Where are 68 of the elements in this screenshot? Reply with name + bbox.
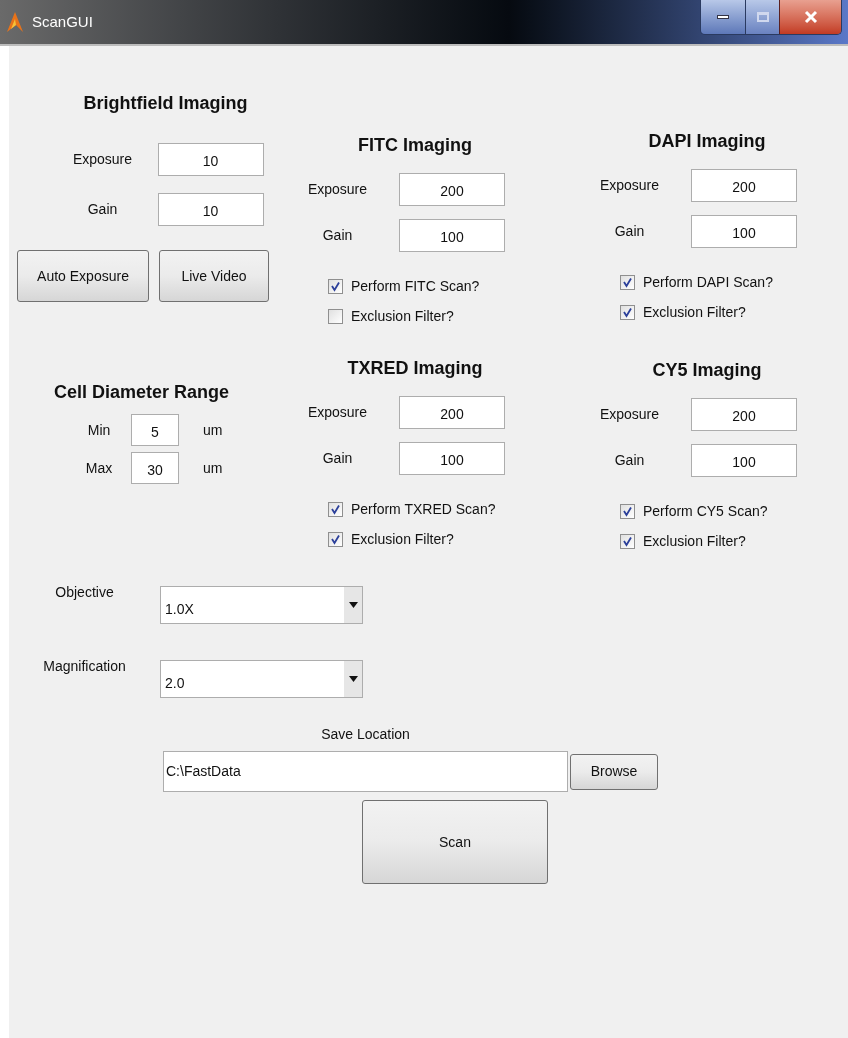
checkbox-label: Perform DAPI Scan? xyxy=(643,273,773,292)
action-button[interactable]: Live Video xyxy=(159,250,269,302)
action-button[interactable]: Auto Exposure xyxy=(17,250,149,302)
checkbox-label: Exclusion Filter? xyxy=(351,530,454,549)
section-title: Cell Diameter Range xyxy=(54,381,231,404)
scan-button[interactable]: Scan xyxy=(362,800,548,884)
caret-icon xyxy=(348,676,358,682)
browse-button[interactable]: Browse xyxy=(570,753,658,790)
field-label: Exposure xyxy=(598,176,661,195)
field-label: Exposure xyxy=(598,405,661,424)
checkbox-label: Perform FITC Scan? xyxy=(351,277,480,296)
input-field[interactable]: 100 xyxy=(691,444,797,477)
section-title: DAPI Imaging xyxy=(647,130,767,153)
input-field[interactable]: 200 xyxy=(399,173,505,206)
field-label: Gain xyxy=(321,449,354,468)
checkbox-label: Exclusion Filter? xyxy=(643,303,746,322)
field-label: Exposure xyxy=(306,180,369,199)
field-label: Exposure xyxy=(71,150,134,169)
dropdown-label: Objective xyxy=(54,583,115,602)
input-field[interactable]: 200 xyxy=(399,396,505,429)
checkbox[interactable] xyxy=(328,309,343,324)
minimize-icon xyxy=(717,15,729,19)
field-label: Gain xyxy=(321,226,354,245)
input-field[interactable]: 100 xyxy=(399,219,505,252)
input-field[interactable]: 10 xyxy=(157,193,264,226)
unit-label: um xyxy=(203,458,223,478)
path-field[interactable]: C:\FastData xyxy=(163,751,568,792)
input-field[interactable]: 100 xyxy=(691,215,797,248)
checkbox[interactable] xyxy=(620,275,635,290)
maximize-button[interactable] xyxy=(745,0,779,34)
unit-label: um xyxy=(203,420,223,440)
checkbox-label: Perform CY5 Scan? xyxy=(643,502,768,521)
app-logo-icon xyxy=(6,11,24,33)
checkbox-label: Exclusion Filter? xyxy=(351,307,454,326)
checkbox[interactable] xyxy=(620,504,635,519)
checkbox[interactable] xyxy=(328,502,343,517)
section-title: CY5 Imaging xyxy=(651,359,763,382)
input-field[interactable]: 100 xyxy=(399,442,505,475)
input-field[interactable]: 5 xyxy=(131,414,179,446)
checkbox-label: Perform TXRED Scan? xyxy=(351,500,496,519)
input-field[interactable]: 200 xyxy=(691,398,797,431)
close-button[interactable] xyxy=(779,0,841,34)
section-title: TXRED Imaging xyxy=(346,357,484,380)
section-title: Brightfield Imaging xyxy=(83,92,248,115)
field-label: Gain xyxy=(86,200,119,219)
section-title: FITC Imaging xyxy=(357,134,473,157)
maximize-icon xyxy=(756,12,769,22)
checkbox[interactable] xyxy=(620,305,635,320)
checkbox[interactable] xyxy=(620,534,635,549)
close-icon xyxy=(803,10,818,24)
field-label: Exposure xyxy=(306,403,369,422)
field-label: Gain xyxy=(613,451,646,470)
minimize-button[interactable] xyxy=(701,0,745,34)
input-field[interactable]: 200 xyxy=(691,169,797,202)
checkbox-label: Exclusion Filter? xyxy=(643,532,746,551)
dropdown[interactable]: 2.0 xyxy=(160,660,363,698)
field-label: Save Location xyxy=(320,725,411,744)
input-field[interactable]: 10 xyxy=(157,143,264,176)
window-title: ScanGUI xyxy=(32,11,93,32)
field-label: Max xyxy=(84,458,114,478)
field-label: Gain xyxy=(613,222,646,241)
field-label: Min xyxy=(86,420,112,440)
dropdown[interactable]: 1.0X xyxy=(160,586,363,624)
checkbox[interactable] xyxy=(328,532,343,547)
input-field[interactable]: 30 xyxy=(131,452,179,484)
dropdown-label: Magnification xyxy=(42,657,127,676)
caret-icon xyxy=(348,602,358,608)
checkbox[interactable] xyxy=(328,279,343,294)
